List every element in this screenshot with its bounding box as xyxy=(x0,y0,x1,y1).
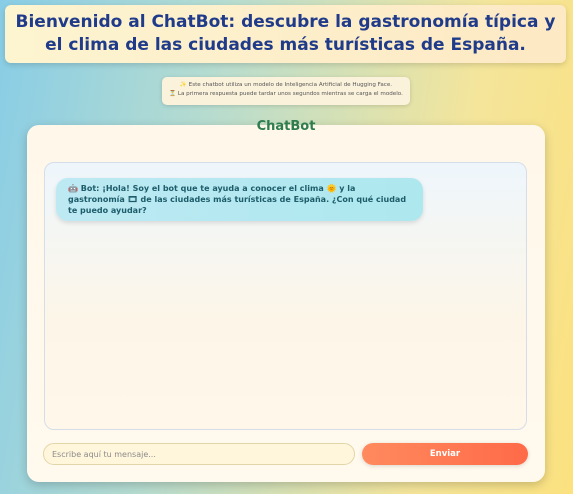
info-line-1-text: Este chatbot utiliza un modelo de Inteli… xyxy=(188,82,393,88)
info-line-1: ✨ Este chatbot utiliza un modelo de Inte… xyxy=(168,81,404,90)
chat-card: ChatBot 🤖 Bot: ¡Hola! Soy el bot que te … xyxy=(27,119,545,482)
chat-title: ChatBot xyxy=(256,119,316,134)
info-notice: ✨ Este chatbot utiliza un modelo de Inte… xyxy=(162,77,410,105)
message-text: ¡Hola! Soy el bot que te ayuda a conocer… xyxy=(68,184,407,215)
message-sender: Bot: xyxy=(80,184,100,193)
message-input[interactable] xyxy=(43,443,355,465)
robot-icon: 🤖 xyxy=(68,184,78,193)
send-button[interactable]: Enviar xyxy=(362,443,528,465)
chat-messages[interactable]: 🤖 Bot: ¡Hola! Soy el bot que te ayuda a … xyxy=(44,162,527,430)
sparkle-icon: ✨ xyxy=(179,82,187,88)
page-title-banner: Bienvenido al ChatBot: descubre la gastr… xyxy=(5,5,566,63)
info-line-2-text: La primera respuesta puede tardar unos s… xyxy=(177,91,403,97)
bot-message: 🤖 Bot: ¡Hola! Soy el bot que te ayuda a … xyxy=(56,178,423,221)
info-line-2: ⏳ La primera respuesta puede tardar unos… xyxy=(168,90,404,99)
hourglass-icon: ⏳ xyxy=(169,91,177,97)
page-title: Bienvenido al ChatBot: descubre la gastr… xyxy=(15,12,556,55)
